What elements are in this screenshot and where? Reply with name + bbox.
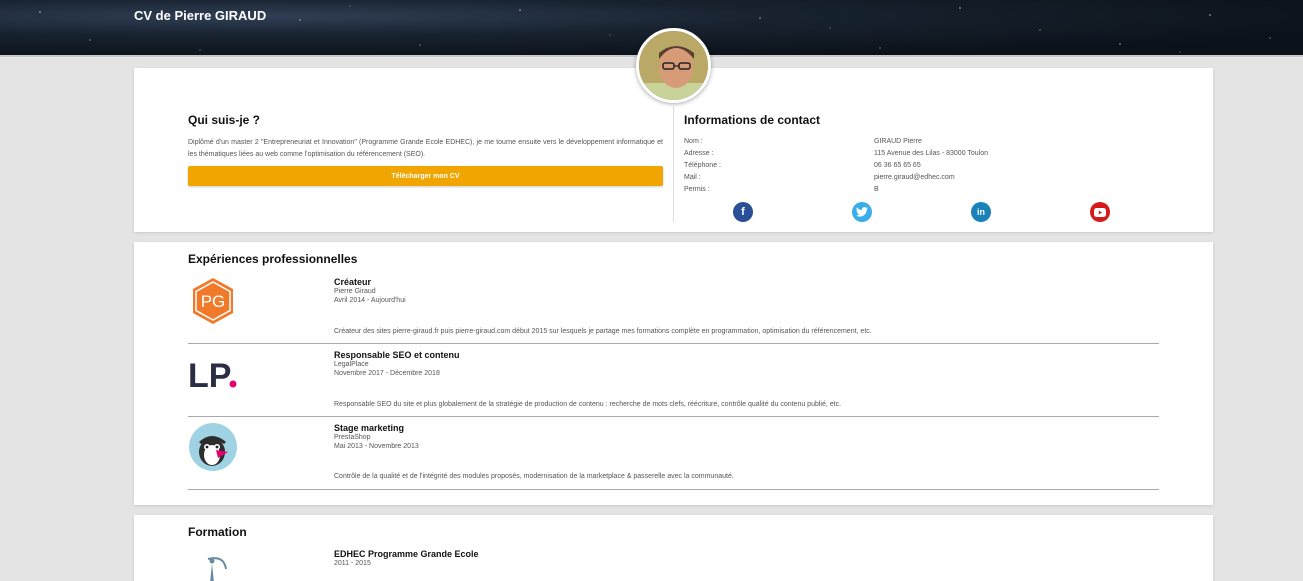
youtube-icon[interactable] [1090, 202, 1110, 222]
legalplace-logo: LP [188, 349, 238, 399]
download-cv-button[interactable]: Télécharger mon CV [188, 166, 663, 186]
experiences-title: Expériences professionnelles [188, 252, 358, 266]
experience-title: Créateur [334, 277, 372, 287]
about-title: Qui suis-je ? [188, 113, 261, 127]
contact-value-mail: pierre.giraud@edhec.com [874, 174, 955, 181]
about-text: Diplômé d'un master 2 "Entrepreneuriat e… [188, 139, 663, 158]
pg-logo: PG [188, 276, 238, 326]
experience-company: PrestaShop [334, 434, 371, 441]
experience-description: Contrôle de la qualité et de l'intégrité… [334, 473, 734, 480]
prestashop-logo [188, 422, 238, 472]
formation-item-title: EDHEC Programme Grande Ecole [334, 549, 479, 559]
contact-title: Informations de contact [684, 113, 821, 127]
contact-value-name: GIRAUD Pierre [874, 138, 922, 145]
experience-dates: Novembre 2017 - Décembre 2018 [334, 370, 440, 377]
experience-title: Stage marketing [334, 423, 405, 433]
profile-avatar [636, 28, 711, 103]
experiences-card: Expériences professionnelles PG Créateur… [134, 242, 1213, 505]
contact-label-name: Nom : [684, 138, 703, 145]
facebook-icon[interactable]: f [733, 202, 753, 222]
contact-label-mail: Mail : [684, 174, 701, 181]
contact-value-address: 115 Avenue des Lilas - 83000 Toulon [874, 150, 989, 157]
contact-value-licence: B [874, 186, 879, 193]
linkedin-icon[interactable]: in [971, 202, 991, 222]
pg-logo-text: PG [201, 292, 226, 311]
experience-company: LegalPlace [334, 361, 369, 368]
formation-card: Formation EDHEC Programme Grande Ecole 2… [134, 515, 1213, 581]
experience-dates: Avril 2014 - Aujourd'hui [334, 297, 406, 304]
experience-company: Pierre Giraud [334, 288, 376, 295]
page-title: CV de Pierre GIRAUD [134, 8, 267, 23]
contact-label-phone: Téléphone : [684, 162, 721, 169]
twitter-icon[interactable] [852, 202, 872, 222]
experience-divider [188, 343, 1159, 344]
column-divider [673, 106, 674, 222]
formation-item-dates: 2011 - 2015 [334, 560, 371, 567]
contact-label-licence: Permis : [684, 186, 710, 193]
legalplace-logo-text: LP [188, 357, 231, 395]
contact-value-phone: 06 36 65 65 65 [874, 162, 921, 169]
edhec-logo [188, 549, 238, 581]
experience-divider [188, 416, 1159, 417]
experience-dates: Mai 2013 - Novembre 2013 [334, 443, 419, 450]
experience-description: Créateur des sites pierre-giraud.fr puis… [334, 328, 872, 335]
experience-divider [188, 489, 1159, 490]
experience-title: Responsable SEO et contenu [334, 350, 460, 360]
formation-title: Formation [188, 525, 247, 539]
experience-description: Responsable SEO du site et plus globalem… [334, 401, 842, 408]
contact-label-address: Adresse : [684, 150, 714, 157]
